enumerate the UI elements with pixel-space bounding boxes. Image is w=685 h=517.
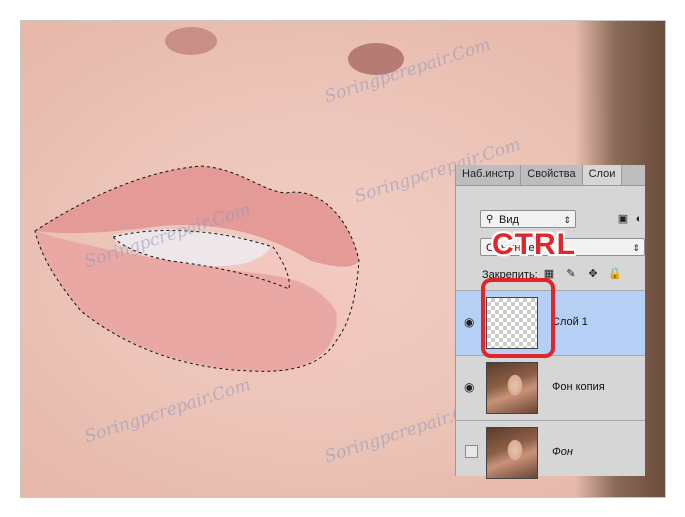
eye-icon[interactable]: ◉	[464, 316, 476, 328]
panel-tabs: Наб.инстр Свойства Слои	[456, 165, 645, 186]
layer-thumbnail-portrait[interactable]	[486, 427, 538, 479]
lock-all-icon[interactable]: 🔒	[608, 267, 622, 281]
layer-name[interactable]: Фон	[552, 446, 573, 458]
layer-row-background[interactable]: Фон	[456, 420, 645, 485]
tab-layers[interactable]: Слои	[582, 165, 623, 185]
adjustment-filter-icon[interactable]: ◐	[632, 212, 646, 226]
chevron-updown-icon: ⇕	[632, 243, 640, 253]
layer-filter-select[interactable]: ⚲ Вид ⇕	[480, 210, 576, 228]
chevron-updown-icon: ⇕	[563, 215, 571, 225]
eye-icon[interactable]: ◉	[464, 381, 476, 393]
layer-filter-value: Вид	[499, 214, 519, 226]
nostril-left	[165, 27, 217, 55]
ctrl-annotation-label: CTRL	[492, 228, 576, 261]
visibility-checkbox[interactable]	[465, 445, 478, 458]
layer-thumbnail-portrait[interactable]	[486, 362, 538, 414]
lock-move-icon[interactable]: ✥	[586, 267, 600, 281]
lock-brush-icon[interactable]: ✎	[564, 267, 578, 281]
layer-row-background-copy[interactable]: ◉ Фон копия	[456, 355, 645, 420]
layer-name[interactable]: Фон копия	[552, 381, 605, 393]
tab-properties[interactable]: Свойства	[521, 165, 583, 185]
ctrl-highlight-ring	[481, 278, 555, 358]
image-filter-icon[interactable]: ▣	[616, 212, 630, 226]
search-icon: ⚲	[486, 214, 494, 225]
layer-name[interactable]: Слой 1	[552, 316, 588, 328]
tab-tool-presets[interactable]: Наб.инстр	[456, 165, 522, 185]
